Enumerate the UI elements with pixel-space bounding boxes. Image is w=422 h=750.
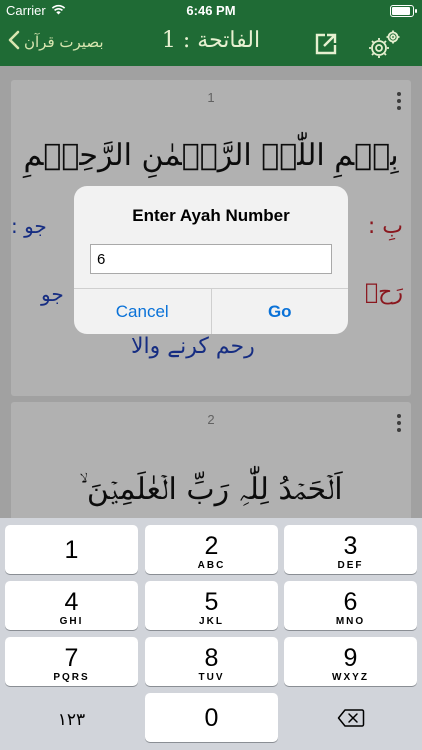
delete-icon xyxy=(284,708,417,732)
key-0[interactable]: 0 xyxy=(145,693,278,742)
key-numeral-switch[interactable]: ١٢٣ xyxy=(5,693,138,742)
ayah-number-dialog: Enter Ayah Number Cancel Go xyxy=(74,186,348,334)
key-7[interactable]: 7 PQRS xyxy=(5,637,138,686)
status-time: 6:46 PM xyxy=(186,3,236,18)
cancel-button[interactable]: Cancel xyxy=(74,289,211,334)
key-2[interactable]: 2 ABC xyxy=(145,525,278,574)
gear-icon[interactable] xyxy=(366,28,402,66)
nav-bar: بصیرت قرآن الفاتحة : 1 xyxy=(0,22,422,66)
key-3[interactable]: 3 DEF xyxy=(284,525,417,574)
dialog-title: Enter Ayah Number xyxy=(132,206,290,225)
key-1[interactable]: 1 xyxy=(5,525,138,574)
go-button[interactable]: Go xyxy=(210,289,349,334)
share-icon[interactable] xyxy=(314,32,338,60)
delete-key[interactable] xyxy=(284,693,417,742)
page-title: الفاتحة : 1 xyxy=(161,28,261,53)
ayah-number-input[interactable] xyxy=(90,244,332,274)
dialog-actions: Cancel Go xyxy=(74,288,348,334)
key-4[interactable]: 4 GHI xyxy=(5,581,138,630)
key-6[interactable]: 6 MNO xyxy=(284,581,417,630)
key-8[interactable]: 8 TUV xyxy=(145,637,278,686)
battery-icon xyxy=(390,5,417,17)
key-5[interactable]: 5 JKL xyxy=(145,581,278,630)
status-bar: Carrier 6:46 PM xyxy=(0,0,422,22)
numeric-keyboard: 1 2 ABC 3 DEF 4 GHI 5 JKL 6 MNO 7 PQRS 8 TUV 9W… xyxy=(0,518,422,750)
key-9[interactable]: 9 WXYZ xyxy=(284,637,417,686)
